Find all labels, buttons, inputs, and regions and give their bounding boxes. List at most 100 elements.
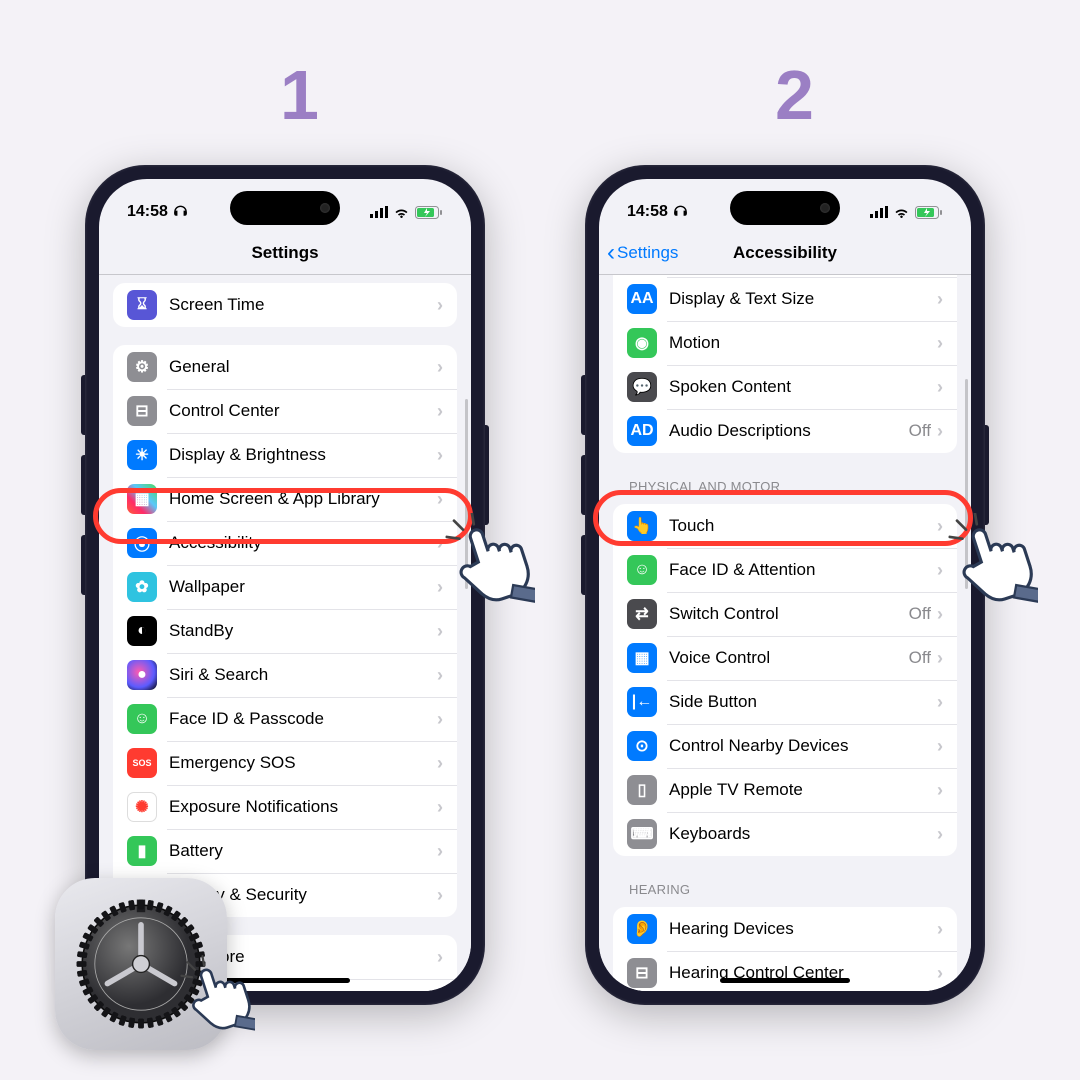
scrollbar[interactable] — [965, 379, 968, 589]
settings-row[interactable]: ▦ Voice Control Off › — [613, 636, 957, 680]
chevron-right-icon: › — [937, 421, 943, 442]
settings-row[interactable]: ◉ Motion › — [613, 321, 957, 365]
settings-row[interactable]: ⚙︎ General › — [113, 345, 457, 389]
back-button[interactable]: ‹ Settings — [607, 241, 678, 265]
scrollbar[interactable] — [465, 399, 468, 589]
row-label: Home Screen & App Library — [169, 489, 437, 509]
settings-row[interactable]: 👆 Touch › — [613, 504, 957, 548]
settings-row[interactable]: ▮ Battery › — [113, 829, 457, 873]
settings-row[interactable]: 💬 Spoken Content › — [613, 365, 957, 409]
row-label: Screen Time — [169, 295, 437, 315]
settings-row[interactable]: ⊙ Control Nearby Devices › — [613, 724, 957, 768]
navbar: Settings — [99, 231, 471, 275]
row-label: Emergency SOS — [169, 753, 437, 773]
accessibility-list[interactable]: AA Display & Text Size › ◉ Motion › 💬 Sp… — [599, 275, 971, 991]
spoken-icon: 💬 — [627, 372, 657, 402]
row-label: Accessibility — [169, 533, 437, 553]
chevron-right-icon: › — [437, 947, 443, 968]
page-title: Settings — [251, 243, 318, 263]
side-button-icon: |← — [627, 687, 657, 717]
chevron-right-icon: › — [437, 753, 443, 774]
settings-row[interactable]: ● Siri & Search › — [113, 653, 457, 697]
chevron-right-icon: › — [437, 991, 443, 992]
row-label: Display & Text Size — [669, 289, 937, 309]
home-indicator[interactable] — [220, 978, 350, 983]
row-label: Touch — [669, 516, 937, 536]
faceid-attn-icon: ☺︎ — [627, 555, 657, 585]
settings-row[interactable]: ✺ Exposure Notifications › — [113, 785, 457, 829]
chevron-right-icon: › — [437, 445, 443, 466]
settings-row[interactable]: ◐ StandBy › — [113, 609, 457, 653]
text-size-icon: AA — [627, 284, 657, 314]
dynamic-island — [230, 191, 340, 225]
settings-row[interactable]: ☺︎ Face ID & Attention › — [613, 548, 957, 592]
chevron-right-icon: › — [437, 357, 443, 378]
row-label: Face ID & Attention — [669, 560, 937, 580]
row-label: Control Center — [169, 401, 437, 421]
settings-row[interactable]: ⌛︎ Screen Time › — [113, 283, 457, 327]
motion-icon: ◉ — [627, 328, 657, 358]
settings-row[interactable]: ⇄ Switch Control Off › — [613, 592, 957, 636]
back-label: Settings — [617, 243, 678, 263]
chevron-right-icon: › — [937, 780, 943, 801]
settings-row[interactable]: 👂 Hearing Devices › — [613, 907, 957, 951]
navbar: ‹ Settings Accessibility — [599, 231, 971, 275]
status-time: 14:58 — [127, 203, 168, 221]
chevron-right-icon: › — [937, 516, 943, 537]
section-header: PHYSICAL AND MOTOR — [629, 479, 941, 494]
row-label: Apple TV Remote — [669, 780, 937, 800]
home-indicator[interactable] — [720, 978, 850, 983]
settings-row[interactable]: SOS Emergency SOS › — [113, 741, 457, 785]
chevron-right-icon: › — [437, 295, 443, 316]
sos-icon: SOS — [127, 748, 157, 778]
status-time: 14:58 — [627, 203, 668, 221]
settings-row[interactable]: ▯ Apple TV Remote › — [613, 768, 957, 812]
settings-row[interactable]: ⦿ Accessibility › — [113, 521, 457, 565]
accessibility-icon: ⦿ — [127, 528, 157, 558]
step-1-label: 1 — [280, 55, 319, 135]
row-label: Exposure Notifications — [169, 797, 437, 817]
step-2-label: 2 — [775, 55, 814, 135]
settings-row[interactable]: ⌨︎ Keyboards › — [613, 812, 957, 856]
voice-icon: ▦ — [627, 643, 657, 673]
row-label: Audio Descriptions — [669, 421, 909, 441]
chevron-right-icon: › — [437, 621, 443, 642]
row-label: Voice Control — [669, 648, 909, 668]
chevron-right-icon: › — [937, 377, 943, 398]
chevron-right-icon: › — [437, 709, 443, 730]
chevron-right-icon: › — [437, 401, 443, 422]
row-label: Keyboards — [669, 824, 937, 844]
exposure-icon: ✺ — [127, 792, 157, 822]
headphones-icon — [173, 205, 188, 220]
settings-row[interactable]: ▦ Home Screen & App Library › — [113, 477, 457, 521]
settings-row[interactable]: AA Display & Text Size › — [613, 277, 957, 321]
settings-row[interactable]: ⊟ Control Center › — [113, 389, 457, 433]
row-label: Control Nearby Devices — [669, 736, 937, 756]
row-label: Spoken Content — [669, 377, 937, 397]
chevron-right-icon: › — [937, 648, 943, 669]
row-label: Siri & Search — [169, 665, 437, 685]
settings-row[interactable]: ☺︎ Face ID & Passcode › — [113, 697, 457, 741]
chevron-right-icon: › — [937, 736, 943, 757]
control-center-icon: ⊟ — [127, 396, 157, 426]
chevron-right-icon: › — [937, 333, 943, 354]
chevron-right-icon: › — [937, 963, 943, 984]
row-label: Switch Control — [669, 604, 909, 624]
chevron-right-icon: › — [937, 919, 943, 940]
row-status: Off — [909, 604, 931, 624]
chevron-right-icon: › — [437, 665, 443, 686]
row-label: Side Button — [669, 692, 937, 712]
touch-icon: 👆 — [627, 511, 657, 541]
row-label: Display & Brightness — [169, 445, 437, 465]
display-icon: ☀︎ — [127, 440, 157, 470]
chevron-right-icon: › — [437, 841, 443, 862]
settings-row[interactable]: ⊟ Hearing Control Center › — [613, 951, 957, 991]
wifi-icon — [893, 206, 910, 219]
settings-row[interactable]: |← Side Button › — [613, 680, 957, 724]
wifi-icon — [393, 206, 410, 219]
settings-row[interactable]: ☀︎ Display & Brightness › — [113, 433, 457, 477]
standby-icon: ◐ — [127, 616, 157, 646]
settings-row[interactable]: ✿ Wallpaper › — [113, 565, 457, 609]
settings-app-icon[interactable] — [55, 878, 227, 1050]
settings-row[interactable]: AD Audio Descriptions Off › — [613, 409, 957, 453]
